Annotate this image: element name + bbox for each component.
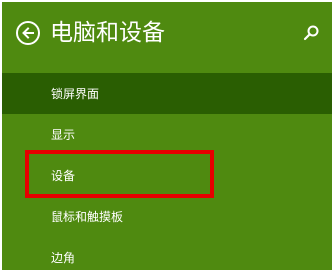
pc-settings-panel: 电脑和设备 锁屏界面 显示 设备 鼠标和触摸板 边角 — [2, 2, 332, 270]
back-button[interactable] — [16, 21, 40, 45]
menu-item-label: 显示 — [51, 128, 76, 142]
page-title: 电脑和设备 — [50, 20, 165, 46]
menu-item-lock-screen[interactable]: 锁屏界面 — [2, 73, 332, 114]
menu-item-devices[interactable]: 设备 — [2, 155, 332, 196]
menu-item-display[interactable]: 显示 — [2, 114, 332, 155]
menu-item-mouse-touchpad[interactable]: 鼠标和触摸板 — [2, 196, 332, 237]
header: 电脑和设备 — [2, 2, 332, 72]
settings-menu: 锁屏界面 显示 设备 鼠标和触摸板 边角 — [2, 73, 332, 270]
menu-item-label: 锁屏界面 — [51, 87, 100, 101]
menu-item-label: 鼠标和触摸板 — [51, 210, 124, 224]
menu-item-corners[interactable]: 边角 — [2, 237, 332, 270]
menu-item-label: 设备 — [51, 169, 76, 183]
menu-item-label: 边角 — [51, 251, 76, 265]
back-arrow-icon — [22, 27, 34, 39]
search-icon — [303, 25, 319, 41]
search-button[interactable] — [302, 24, 320, 42]
